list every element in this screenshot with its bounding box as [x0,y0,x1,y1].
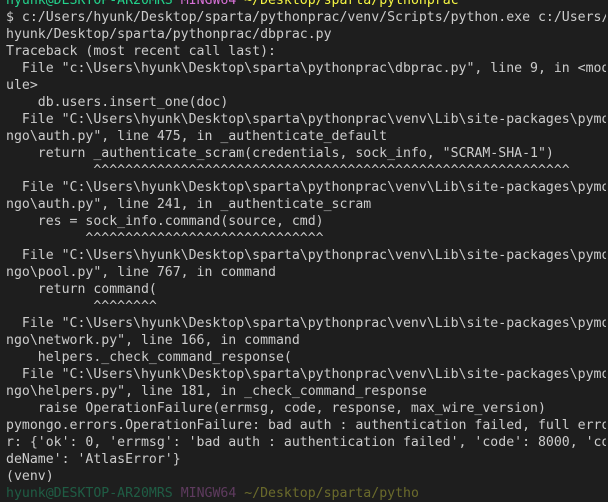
terminal-panel[interactable]: hyunk@DESKTOP-AR20MRS MINGW64 ~/Desktop/… [0,0,608,502]
terminal-output-line: return _authenticate_scram(credentials, … [6,146,554,161]
terminal-output-line: File "C:\Users\hyunk\Desktop\sparta\pyth… [6,316,606,331]
terminal-output-line: File "C:\Users\hyunk\Desktop\sparta\pyth… [6,180,606,195]
prompt-shell: MINGW64 [180,0,237,8]
terminal-output-line: raise OperationFailure(errmsg, code, res… [6,401,546,416]
terminal-output-line: File "C:\Users\hyunk\Desktop\sparta\pyth… [6,367,606,382]
terminal-output-line: ngo\auth.py", line 475, in _authenticate… [6,129,388,144]
terminal-output-line: (venv) [6,469,54,484]
terminal-output-line: File "C:\Users\hyunk\Desktop\sparta\pyth… [6,248,606,263]
terminal-output-line: ule> [6,78,38,93]
terminal-output-line: ^^^^^^^^^^^^^^^^^^^^^^^^^^^^^^^^^^^^^^^^… [6,163,570,178]
terminal-output-line: deName': 'AtlasError'} [6,452,181,467]
terminal-prompt-line: hyunk@DESKTOP-AR20MRS MINGW64 ~/Desktop/… [6,0,606,9]
terminal-output-line: helpers._check_command_response( [6,350,292,365]
terminal-output-line: File "C:\Users\hyunk\Desktop\sparta\pyth… [6,112,606,127]
prompt-cwd: ~/Desktop/sparta/pythonprac [244,0,459,8]
terminal-output-line: pymongo.errors.OperationFailure: bad aut… [6,418,606,433]
terminal-output-line: ^^^^^^^^^^^^^^^^^^^^^^^^^^^^^^ [6,231,324,246]
terminal-prompt-line: hyunk@DESKTOP-AR20MRS MINGW64 ~/Desktop/… [6,485,606,502]
terminal-output-line: ngo\helpers.py", line 181, in _check_com… [6,384,427,399]
prompt-shell: MINGW64 [180,486,237,501]
terminal-output-line: ^^^^^^^^ [6,299,157,314]
terminal-output: hyunk@DESKTOP-AR20MRS MINGW64 ~/Desktop/… [6,0,606,502]
terminal-output-line: res = sock_info.command(source, cmd) [6,214,324,229]
terminal-output-line: ngo\auth.py", line 241, in _authenticate… [6,197,372,212]
terminal-output-line: db.users.insert_one(doc) [6,95,229,110]
terminal-output-line: ngo\network.py", line 166, in command [6,333,300,348]
terminal-output-line: return command( [6,282,157,297]
terminal-output-line: Traceback (most recent call last): [6,44,276,59]
terminal-output-line: File "c:\Users\hyunk\Desktop\sparta\pyth… [6,61,606,76]
terminal-output-line: hyunk/Desktop/sparta/pythonprac/dbprac.p… [6,27,332,42]
prompt-user-host: hyunk@DESKTOP-AR20MRS [6,486,173,501]
prompt-user-host: hyunk@DESKTOP-AR20MRS [6,0,173,8]
terminal-output-line: ngo\pool.py", line 767, in command [6,265,276,280]
terminal-output-line: $ c:/Users/hyunk/Desktop/sparta/pythonpr… [6,10,606,25]
prompt-cwd: ~/Desktop/sparta/pytho [244,486,419,501]
terminal-output-line: r: {'ok': 0, 'errmsg': 'bad auth : authe… [6,435,606,450]
